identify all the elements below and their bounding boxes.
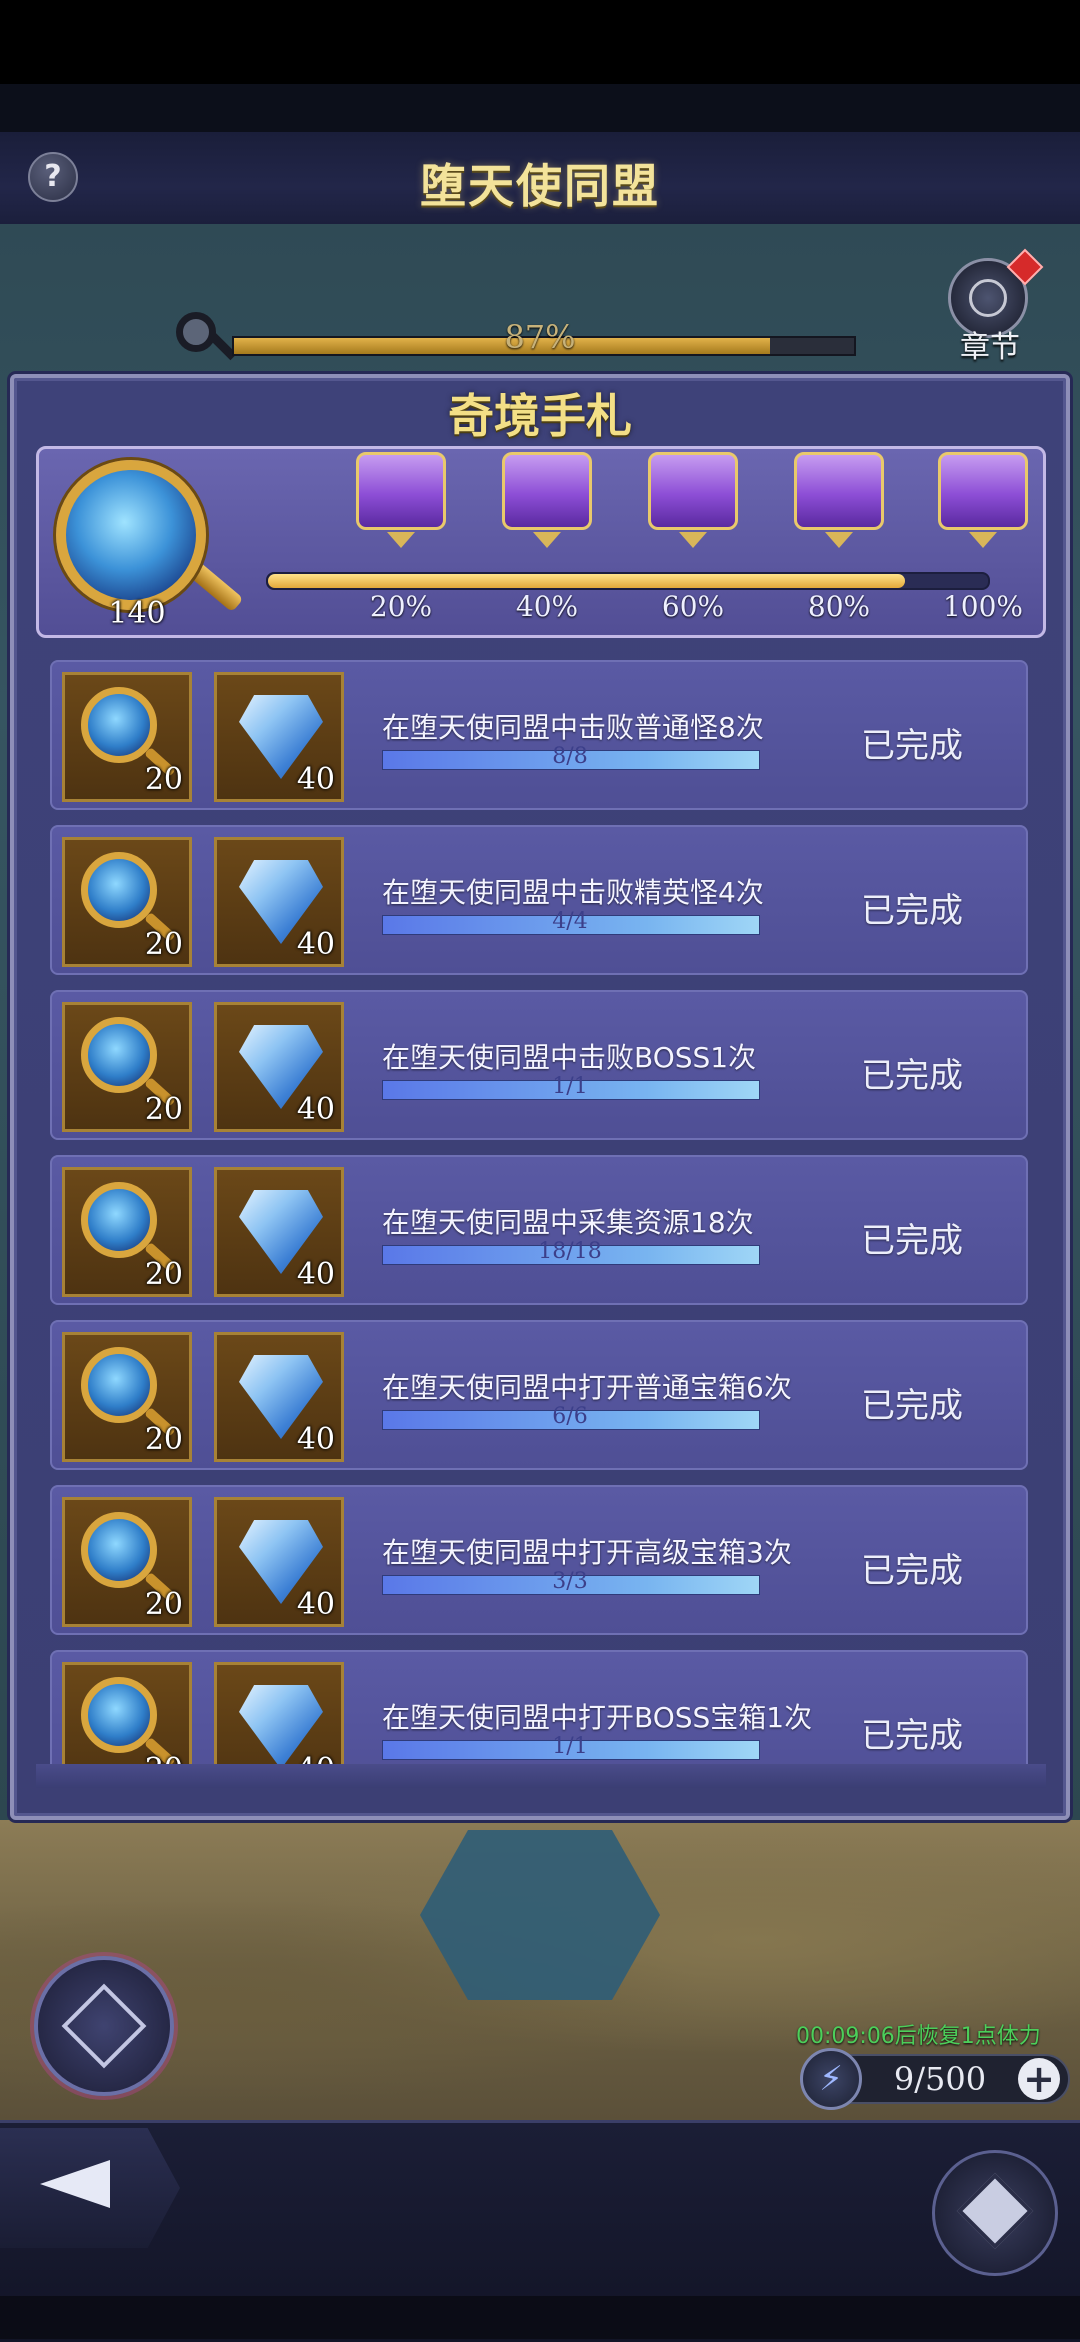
magnifier-icon — [56, 460, 206, 610]
energy-value: 9/500 — [893, 2060, 987, 2098]
milestone-chest-icon[interactable] — [794, 452, 884, 530]
milestone-label: 20% — [369, 590, 433, 623]
lens-reward-tile: 20 — [62, 1002, 192, 1132]
milestone-chest-icon[interactable] — [648, 452, 738, 530]
add-energy-button[interactable]: + — [1018, 2058, 1060, 2100]
reward-count: 40 — [296, 1587, 335, 1622]
task-progress-label: 1/1 — [552, 1074, 588, 1099]
magnifier-icon — [81, 1182, 157, 1258]
task-progress-label: 1/1 — [552, 1734, 588, 1759]
reward-count: 20 — [145, 1752, 183, 1764]
lens-reward-tile: 20 — [62, 1497, 192, 1627]
milestone-pointer-icon — [679, 532, 707, 548]
reward-count: 20 — [144, 762, 183, 797]
magnifier-icon — [81, 852, 157, 928]
magnifier-icon — [81, 1677, 157, 1753]
search-icon — [176, 312, 216, 352]
task-progress-label: 6/6 — [552, 1404, 588, 1429]
journal-title: 奇境手札 — [448, 389, 632, 443]
task-row[interactable]: 20 40 在堕天使同盟中击败精英怪4次 4/4 已完成 — [50, 825, 1028, 975]
task-row[interactable]: 20 40 在堕天使同盟中打开普通宝箱6次 6/6 已完成 — [50, 1320, 1028, 1470]
milestone-label: 60% — [661, 590, 725, 623]
task-progress-label: 3/3 — [552, 1569, 588, 1594]
reward-count: 40 — [296, 1092, 335, 1127]
system-nav-strip — [0, 2296, 1080, 2339]
task-list[interactable]: 20 40 在堕天使同盟中击败普通怪8次 8/8 已完成 20 40 在堕天使同盟中击败精英怪… — [36, 652, 1046, 1764]
gem-reward-tile: 40 — [214, 1662, 344, 1764]
reward-count: 40 — [296, 762, 335, 797]
gem-reward-tile: 40 — [214, 672, 344, 802]
reward-count: 40 — [296, 927, 335, 962]
gem-reward-tile: 40 — [214, 1002, 344, 1132]
milestone-chest-icon[interactable] — [502, 452, 592, 530]
gem-reward-tile: 40 — [214, 837, 344, 967]
task-status[interactable]: 已完成 — [832, 1543, 992, 1592]
water-tile — [420, 1830, 660, 2000]
reward-count: 20 — [144, 1422, 183, 1457]
task-status[interactable]: 已完成 — [832, 1378, 992, 1427]
milestone-chest-icon[interactable] — [938, 452, 1028, 530]
reward-count: 40 — [296, 1422, 335, 1457]
gem-reward-tile: 40 — [214, 1167, 344, 1297]
task-progress-label: 18/18 — [538, 1239, 602, 1264]
magnifier-icon — [81, 687, 157, 763]
lens-reward-tile: 20 — [62, 1167, 192, 1297]
lens-reward-tile: 20 — [62, 1662, 192, 1764]
task-progress-label: 4/4 — [552, 909, 588, 934]
status-strip — [0, 84, 1080, 132]
lens-reward-tile: 20 — [62, 1332, 192, 1462]
reward-count: 20 — [144, 1587, 183, 1622]
task-row[interactable]: 20 40 在堕天使同盟中击败普通怪8次 8/8 已完成 — [50, 660, 1028, 810]
reward-count: 40 — [296, 1257, 335, 1292]
milestone-pointer-icon — [969, 532, 997, 548]
reward-count: 20 — [144, 1092, 183, 1127]
milestone-label: 100% — [942, 590, 1024, 623]
exploration-progress-label: 87% — [504, 318, 576, 356]
lightning-icon: ⚡ — [800, 2048, 862, 2110]
reward-count: 20 — [144, 1257, 183, 1292]
task-status[interactable]: 已完成 — [832, 1213, 992, 1262]
reward-count: 20 — [144, 927, 183, 962]
milestone-label: 80% — [807, 590, 871, 623]
stamina-recover-timer: 00:09:06后恢复1点体力 — [796, 2024, 1041, 2049]
task-status[interactable]: 已完成 — [832, 1048, 992, 1097]
gem-reward-tile: 40 — [214, 1332, 344, 1462]
task-description: 在堕天使同盟中打开高级宝箱3次 — [382, 1536, 792, 1569]
list-bottom-edge — [36, 1764, 1046, 1788]
task-row[interactable]: 20 40 在堕天使同盟中打开高级宝箱3次 3/3 已完成 — [50, 1485, 1028, 1635]
task-description: 在堕天使同盟中采集资源18次 — [382, 1206, 754, 1239]
milestone-pointer-icon — [387, 532, 415, 548]
status-area — [0, 0, 1080, 84]
task-description: 在堕天使同盟中击败BOSS1次 — [382, 1041, 757, 1074]
milestone-pointer-icon — [825, 532, 853, 548]
task-row[interactable]: 20 40 在堕天使同盟中打开BOSS宝箱1次1/1 已完成 — [50, 1650, 1028, 1764]
collected-count: 140 — [108, 596, 166, 631]
task-status[interactable]: 已完成 — [832, 1708, 992, 1757]
magnifier-icon — [81, 1512, 157, 1588]
back-arrow-icon — [40, 2160, 110, 2208]
task-description: 在堕天使同盟中打开BOSS宝箱1次 — [382, 1701, 813, 1734]
magnifier-icon — [81, 1347, 157, 1423]
help-button[interactable]: ? — [28, 152, 78, 202]
task-description: 在堕天使同盟中击败普通怪8次 — [382, 711, 764, 744]
task-description: 在堕天使同盟中击败精英怪4次 — [382, 876, 764, 909]
magnifier-icon — [81, 1017, 157, 1093]
lens-reward-tile: 20 — [62, 837, 192, 967]
task-progress-label: 8/8 — [552, 744, 588, 769]
task-row[interactable]: 20 40 在堕天使同盟中击败BOSS1次 1/1 已完成 — [50, 990, 1028, 1140]
milestone-progress-fill — [268, 574, 906, 588]
task-description: 在堕天使同盟中打开普通宝箱6次 — [382, 1371, 792, 1404]
milestone-chest-icon[interactable] — [356, 452, 446, 530]
lens-reward-tile: 20 — [62, 672, 192, 802]
chapter-label[interactable]: 章节 — [950, 322, 1030, 366]
reward-count: 40 — [297, 1752, 335, 1764]
task-status[interactable]: 已完成 — [832, 718, 992, 767]
task-row[interactable]: 20 40 在堕天使同盟中采集资源18次 18/18 已完成 — [50, 1155, 1028, 1305]
task-status[interactable]: 已完成 — [832, 883, 992, 932]
milestone-pointer-icon — [533, 532, 561, 548]
gem-reward-tile: 40 — [214, 1497, 344, 1627]
milestone-label: 40% — [515, 590, 579, 623]
page-title: 堕天使同盟 — [420, 159, 660, 213]
